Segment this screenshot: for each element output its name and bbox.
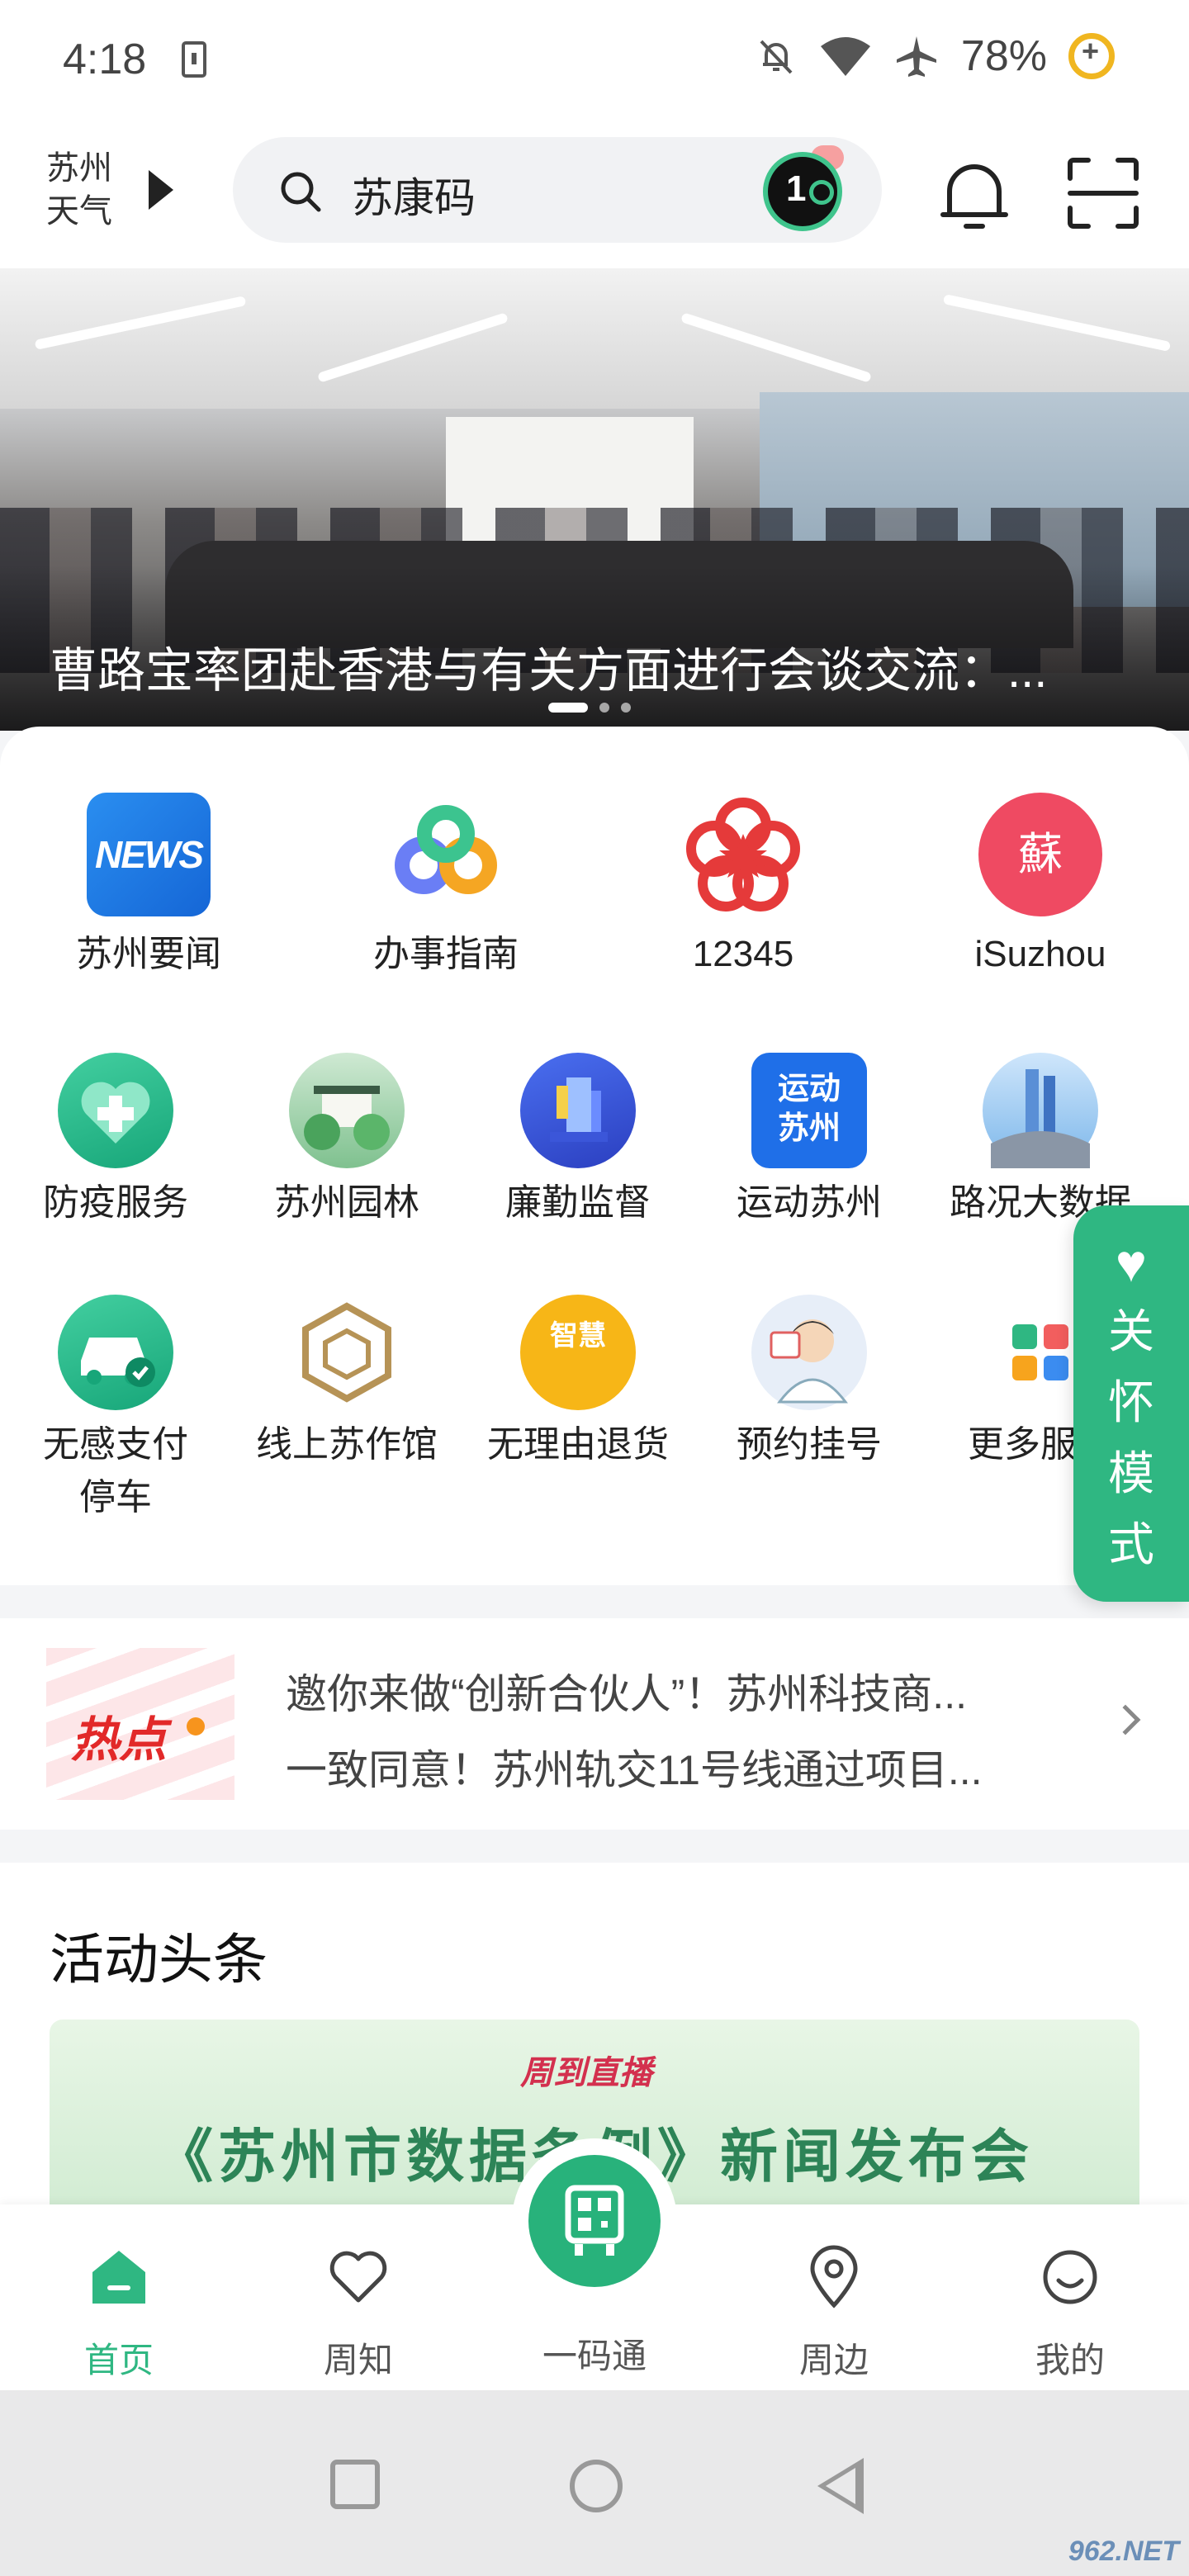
heart-icon: ♥ bbox=[1116, 1234, 1147, 1293]
service-supervision[interactable]: 廉勤监督 bbox=[462, 1053, 694, 1229]
weather-button[interactable]: 苏州 天气 bbox=[46, 147, 121, 233]
sports-icon: 运动 苏州 bbox=[751, 1053, 867, 1168]
doctor-icon bbox=[751, 1295, 867, 1410]
section-title: 活动头条 bbox=[50, 1929, 268, 1990]
health-heart-icon bbox=[58, 1053, 173, 1168]
service-sports[interactable]: 运动 苏州 运动苏州 bbox=[694, 1053, 925, 1229]
service-label: 预约挂号 bbox=[737, 1424, 882, 1465]
scan-icon[interactable] bbox=[1067, 157, 1139, 230]
care-mode-label: 关怀模式 bbox=[1108, 1305, 1154, 1570]
carousel-indicator bbox=[548, 703, 631, 713]
service-appointment[interactable]: 预约挂号 bbox=[694, 1295, 925, 1524]
services-row-3: 无感支付 停车 线上苏作馆 智慧 无理由退货 预约挂号 更多服务 bbox=[0, 1295, 1156, 1524]
activity-logo: 周到直播 bbox=[520, 2055, 652, 2091]
service-epidemic[interactable]: 防疫服务 bbox=[0, 1053, 231, 1229]
mascot-icon[interactable] bbox=[763, 152, 842, 231]
download-icon bbox=[182, 41, 206, 78]
service-label: 无理由退货 bbox=[487, 1424, 669, 1465]
bottom-tab-bar: 首页 周知 一码通 周边 我的 bbox=[0, 2138, 1189, 2390]
traffic-icon bbox=[983, 1053, 1098, 1168]
chevron-right-icon[interactable] bbox=[1110, 1704, 1141, 1735]
battery-saver-icon bbox=[1068, 33, 1115, 79]
wifi-icon bbox=[820, 37, 870, 76]
service-label: 苏州要闻 bbox=[76, 934, 221, 974]
services-row-2: 防疫服务 苏州园林 廉勤监督 运动 苏州 运动苏州 路况大数据 bbox=[0, 1053, 1156, 1229]
service-news[interactable]: NEWS 苏州要闻 bbox=[0, 793, 297, 974]
service-return[interactable]: 智慧 无理由退货 bbox=[462, 1295, 694, 1524]
watermark: 962.NET bbox=[1068, 2536, 1179, 2567]
tab-mine[interactable]: 我的 bbox=[988, 2204, 1153, 2390]
guide-icon bbox=[384, 793, 508, 916]
tab-label: 周知 bbox=[323, 2341, 393, 2379]
location-icon bbox=[810, 2245, 858, 2308]
garden-icon bbox=[289, 1053, 405, 1168]
service-garden[interactable]: 苏州园林 bbox=[231, 1053, 462, 1229]
service-12345[interactable]: 12345 bbox=[594, 793, 892, 974]
tab-nearby[interactable]: 周边 bbox=[751, 2204, 917, 2390]
tab-label: 我的 bbox=[1035, 2341, 1105, 2379]
home-button[interactable] bbox=[570, 2460, 623, 2512]
search-bar[interactable]: 苏康码 bbox=[233, 137, 882, 243]
smile-icon bbox=[1043, 2250, 1097, 2304]
tab-notice[interactable]: 周知 bbox=[276, 2204, 441, 2390]
service-traffic[interactable]: 路况大数据 bbox=[925, 1053, 1156, 1229]
hotline-flower-icon bbox=[681, 793, 805, 916]
services-top-row: NEWS 苏州要闻 办事指南 12345 蘇 iSuzhou bbox=[0, 793, 1189, 974]
home-icon bbox=[92, 2251, 145, 2304]
services-panel: NEWS 苏州要闻 办事指南 12345 蘇 iSuzhou 防疫服务 苏州园林… bbox=[0, 727, 1189, 1585]
supervision-icon bbox=[520, 1053, 636, 1168]
hot-headline-1[interactable]: 邀你来做“创新合伙人”！苏州科技商... bbox=[286, 1661, 1062, 1721]
banner-title: 曹路宝率团赴香港与有关方面进行会谈交流：... bbox=[50, 644, 1048, 698]
wisdom-return-icon: 智慧 bbox=[520, 1295, 636, 1410]
service-label: 苏州园林 bbox=[274, 1182, 419, 1223]
service-parking[interactable]: 无感支付 停车 bbox=[0, 1295, 231, 1524]
service-label: 12345 bbox=[692, 934, 794, 974]
banner-photo bbox=[0, 268, 1189, 409]
service-label: 防疫服务 bbox=[43, 1182, 188, 1223]
system-nav-bar: 962.NET bbox=[0, 2390, 1189, 2576]
mute-bell-icon bbox=[760, 40, 793, 74]
recents-button[interactable] bbox=[330, 2460, 380, 2509]
parking-car-icon bbox=[58, 1295, 173, 1410]
header: 苏州 天气 苏康码 bbox=[0, 124, 1189, 268]
search-icon bbox=[281, 172, 321, 212]
status-bar: 4:18 78% bbox=[0, 0, 1189, 124]
service-craft-hall[interactable]: 线上苏作馆 bbox=[231, 1295, 462, 1524]
heart-outline-icon bbox=[329, 2251, 387, 2303]
craft-hall-icon bbox=[289, 1295, 405, 1410]
status-time: 4:18 bbox=[63, 36, 147, 83]
play-arrow-icon[interactable] bbox=[149, 170, 173, 210]
service-label: iSuzhou bbox=[974, 934, 1106, 974]
tab-label[interactable]: 一码通 bbox=[512, 2328, 677, 2379]
tab-home[interactable]: 首页 bbox=[36, 2204, 201, 2390]
isuzhou-icon: 蘇 bbox=[978, 793, 1102, 916]
tab-label: 首页 bbox=[83, 2341, 154, 2379]
search-text: 苏康码 bbox=[352, 175, 476, 221]
hot-badge: 热点 bbox=[46, 1648, 234, 1800]
news-icon: NEWS bbox=[87, 793, 211, 916]
hot-headline-2[interactable]: 一致同意！苏州轨交11号线通过项目... bbox=[286, 1737, 1062, 1797]
service-label: 廉勤监督 bbox=[505, 1182, 651, 1223]
service-guide[interactable]: 办事指南 bbox=[297, 793, 594, 974]
bell-icon[interactable] bbox=[938, 157, 1011, 236]
status-indicators: 78% bbox=[755, 31, 1115, 81]
qr-code-button[interactable] bbox=[512, 2138, 677, 2304]
care-mode-button[interactable]: ♥ 关怀模式 bbox=[1073, 1205, 1189, 1602]
back-button[interactable] bbox=[817, 2458, 864, 2514]
service-label: 办事指南 bbox=[373, 934, 519, 974]
service-label: 线上苏作馆 bbox=[256, 1424, 438, 1465]
hot-news-strip[interactable]: 热点 邀你来做“创新合伙人”！苏州科技商... 一致同意！苏州轨交11号线通过项… bbox=[0, 1618, 1189, 1830]
service-label: 运动苏州 bbox=[737, 1182, 882, 1223]
battery-level: 78% bbox=[960, 32, 1047, 80]
airplane-icon bbox=[896, 36, 936, 77]
tab-label: 周边 bbox=[798, 2341, 869, 2379]
news-banner[interactable]: 曹路宝率团赴香港与有关方面进行会谈交流：... bbox=[0, 268, 1189, 731]
service-label: 无感支付 停车 bbox=[43, 1424, 188, 1518]
qr-code-icon bbox=[565, 2185, 624, 2256]
hot-badge-text: 热点 bbox=[71, 1713, 168, 1767]
service-isuzhou[interactable]: 蘇 iSuzhou bbox=[892, 793, 1189, 974]
